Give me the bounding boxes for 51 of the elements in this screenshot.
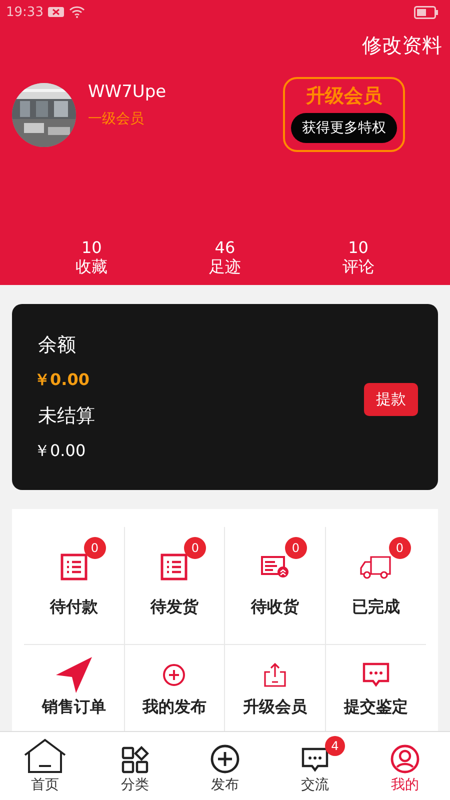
pending-amount: ￥0.00 — [34, 441, 87, 462]
chat-icon — [301, 746, 329, 774]
list-icon[interactable] — [160, 553, 188, 581]
stat-count[interactable]: 10 — [348, 239, 368, 257]
order-label[interactable]: 待付款 — [50, 597, 98, 618]
user-icon — [390, 744, 420, 774]
tab[interactable]: 发布 — [180, 732, 270, 800]
order-label[interactable]: 升级会员 — [242, 697, 307, 718]
username: WW7Upe — [88, 82, 166, 102]
stat-label[interactable]: 足迹 — [208, 257, 241, 277]
receipt-icon[interactable] — [260, 554, 289, 580]
truck-icon[interactable] — [358, 554, 393, 580]
tab[interactable]: 首页 — [0, 732, 90, 800]
tab[interactable]: 4 交流 — [270, 732, 360, 800]
grid-icon — [121, 746, 149, 774]
balance-label: 余额 — [37, 333, 77, 358]
add-circle-icon[interactable] — [162, 663, 186, 687]
order-label[interactable]: 提交鉴定 — [344, 697, 408, 718]
home-icon — [23, 738, 67, 774]
pending-label: 未结算 — [37, 404, 96, 429]
withdraw-button[interactable]: 提款 — [364, 382, 418, 416]
tab[interactable]: 我的 — [360, 732, 450, 800]
more-privileges-button[interactable]: 获得更多特权 — [291, 113, 397, 143]
order-label[interactable]: 已完成 — [352, 597, 400, 618]
wifi-icon — [69, 6, 86, 18]
stat-count[interactable]: 10 — [81, 239, 102, 257]
upgrade-panel[interactable]: 升级会员 获得更多特权 — [283, 77, 405, 152]
count-badge: 0 — [84, 537, 106, 559]
tab[interactable]: 分类 — [90, 732, 180, 800]
count-badge: 0 — [388, 537, 411, 559]
order-label[interactable]: 待发货 — [150, 597, 198, 618]
order-label[interactable]: 销售订单 — [42, 697, 106, 718]
status-time: 19:33 — [6, 4, 44, 20]
count-badge: 4 — [325, 736, 345, 756]
edit-profile-link[interactable]: 修改资料 — [362, 32, 442, 59]
count-badge: 0 — [284, 537, 307, 559]
stat-label[interactable]: 评论 — [342, 257, 374, 277]
stat-label[interactable]: 收藏 — [76, 257, 108, 277]
notification-icon — [48, 6, 64, 18]
navigation-arrow-icon[interactable] — [54, 655, 94, 695]
add-icon — [210, 744, 240, 774]
battery-icon — [414, 6, 438, 18]
order-label[interactable]: 待收货 — [250, 597, 299, 618]
member-level: 一级会员 — [88, 110, 145, 128]
upgrade-title: 升级会员 — [306, 84, 382, 109]
order-label[interactable]: 我的发布 — [142, 697, 206, 718]
balance-amount: ￥0.00 — [34, 370, 90, 391]
list-icon[interactable] — [60, 553, 88, 581]
chat-icon[interactable] — [362, 661, 390, 689]
stat-count[interactable]: 46 — [214, 239, 236, 257]
count-badge: 0 — [184, 537, 206, 559]
